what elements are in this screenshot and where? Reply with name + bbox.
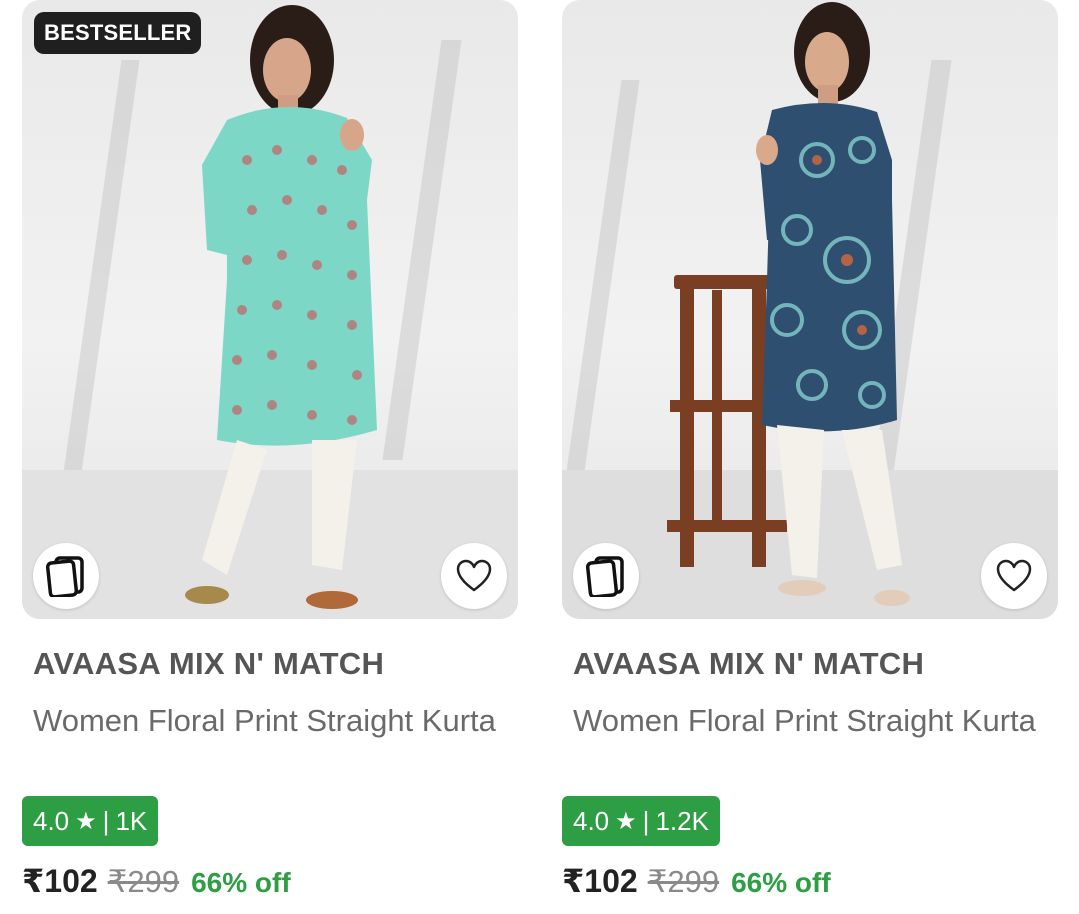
star-icon: ★ bbox=[75, 807, 97, 835]
wishlist-button[interactable] bbox=[981, 543, 1047, 609]
selling-price: ₹102 bbox=[562, 863, 638, 899]
similar-products-icon bbox=[46, 556, 84, 597]
similar-products-button[interactable] bbox=[33, 543, 99, 609]
rating-value: 4.0 bbox=[33, 805, 70, 836]
selling-price: ₹102 bbox=[22, 863, 98, 899]
product-image[interactable]: BESTSELLER bbox=[22, 0, 518, 619]
product-title[interactable]: Women Floral Print Straight Kurta bbox=[33, 700, 503, 742]
rating-separator: | bbox=[102, 805, 110, 836]
similar-products-button[interactable] bbox=[573, 543, 639, 609]
discount-label: 66% off bbox=[191, 867, 291, 898]
discount-label: 66% off bbox=[731, 867, 831, 898]
product-title[interactable]: Women Floral Print Straight Kurta bbox=[573, 700, 1043, 742]
rating-count: 1K bbox=[115, 805, 148, 836]
model-photo bbox=[562, 2, 1058, 619]
star-icon: ★ bbox=[615, 807, 637, 835]
rating-count: 1.2K bbox=[655, 805, 709, 836]
product-image[interactable] bbox=[562, 0, 1058, 619]
product-card[interactable]: BESTSELLER AVAASA MIX N' MATCH Women Flo… bbox=[22, 0, 518, 899]
price-row: ₹102 ₹299 66% off bbox=[562, 862, 831, 900]
original-price: ₹299 bbox=[107, 864, 180, 899]
brand-name: AVAASA MIX N' MATCH bbox=[33, 646, 385, 681]
heart-icon bbox=[456, 559, 492, 592]
price-row: ₹102 ₹299 66% off bbox=[22, 862, 291, 900]
rating-badge: 4.0 ★ | 1.2K bbox=[562, 796, 720, 846]
bestseller-badge: BESTSELLER bbox=[34, 12, 202, 54]
model-photo bbox=[22, 5, 518, 619]
heart-icon bbox=[996, 559, 1032, 592]
product-card[interactable]: AVAASA MIX N' MATCH Women Floral Print S… bbox=[562, 0, 1058, 899]
rating-separator: | bbox=[642, 805, 650, 836]
similar-products-icon bbox=[586, 556, 624, 597]
rating-value: 4.0 bbox=[573, 805, 610, 836]
wishlist-button[interactable] bbox=[441, 543, 507, 609]
rating-badge: 4.0 ★ | 1K bbox=[22, 796, 159, 846]
original-price: ₹299 bbox=[647, 864, 720, 899]
brand-name: AVAASA MIX N' MATCH bbox=[573, 646, 925, 681]
